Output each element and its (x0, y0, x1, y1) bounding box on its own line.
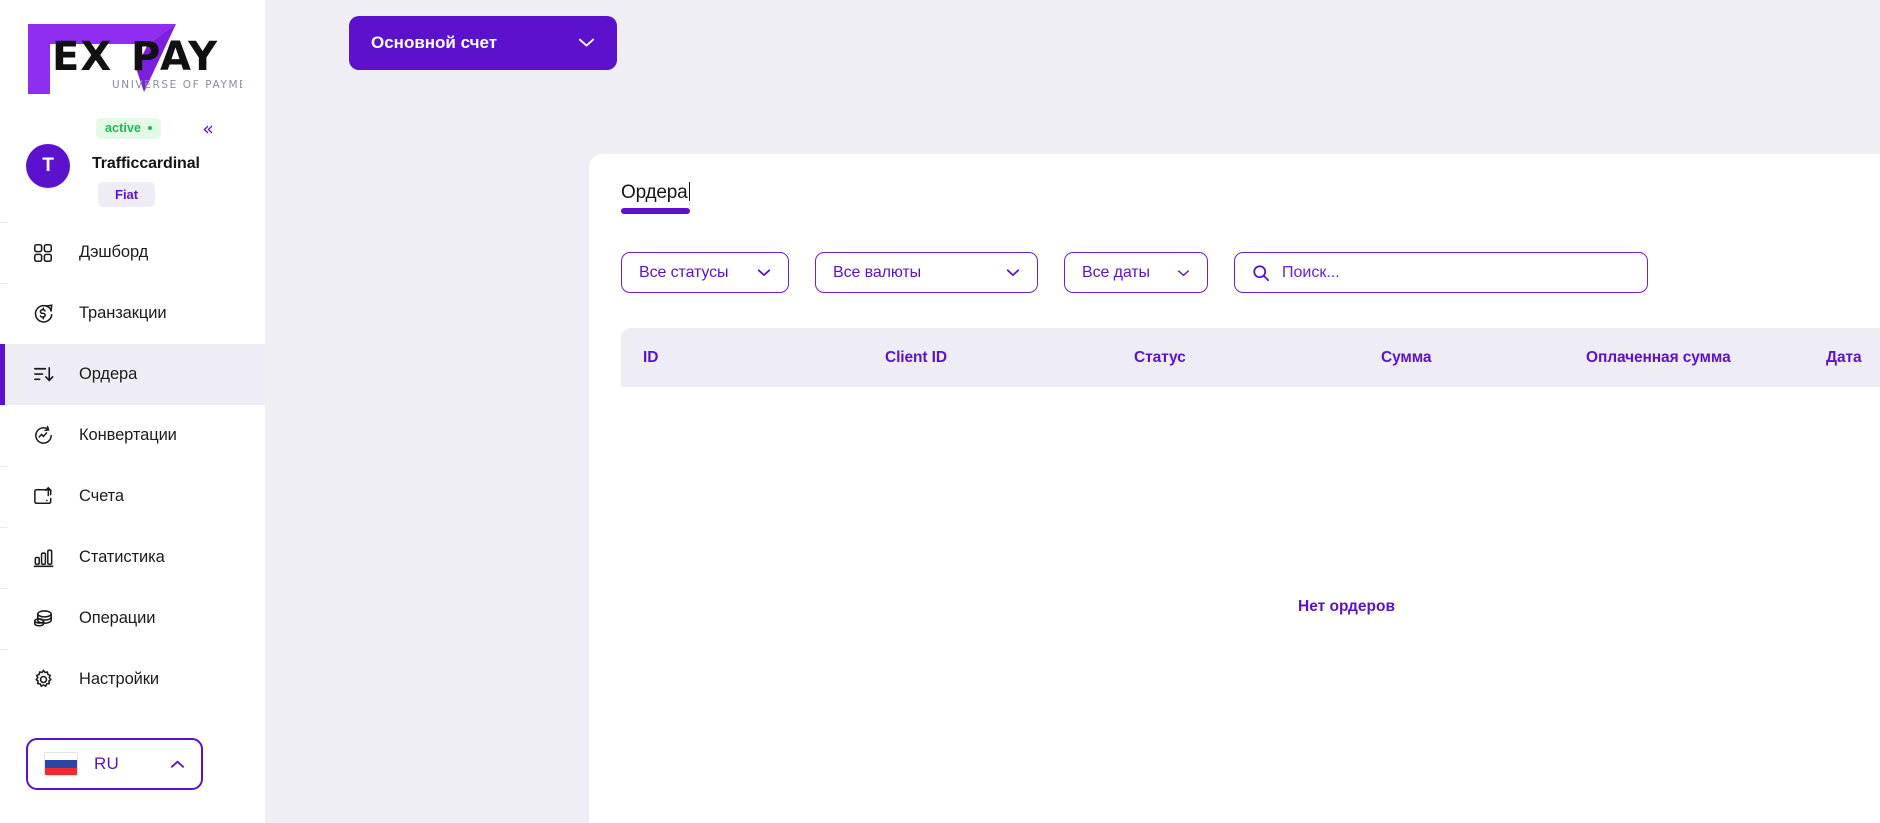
language-code: RU (94, 754, 119, 773)
sidebar-item-dashboard[interactable]: Дэшборд (0, 222, 265, 283)
filter-status-label: Все статусы (639, 263, 729, 281)
nav-tick (0, 466, 7, 467)
sidebar-item-label: Дэшборд (79, 243, 149, 261)
status-badge-label: active (105, 121, 142, 135)
language-selector[interactable]: RU (26, 738, 203, 790)
column-header-client-id[interactable]: Client ID (885, 349, 1134, 367)
column-header-status[interactable]: Статус (1134, 349, 1381, 367)
filter-date-label: Все даты (1082, 263, 1150, 281)
filter-bar: Все статусы Все валюты Все даты (589, 214, 1880, 293)
chevron-down-icon (1177, 265, 1190, 280)
sidebar-item-orders[interactable]: Ордера (0, 344, 265, 405)
nav-tick (0, 649, 7, 650)
coins-icon (30, 606, 56, 632)
search-box[interactable] (1234, 252, 1648, 293)
column-header-id[interactable]: ID (643, 349, 885, 367)
sidebar-item-statistics[interactable]: Статистика (0, 527, 265, 588)
status-dot-icon (148, 126, 153, 130)
filter-status[interactable]: Все статусы (621, 252, 789, 293)
search-input[interactable] (1282, 263, 1630, 282)
column-header-amount[interactable]: Сумма (1381, 349, 1586, 367)
filter-currency[interactable]: Все валюты (815, 252, 1038, 293)
account-type-badge[interactable]: Fiat (98, 182, 156, 207)
grid-icon (30, 240, 56, 266)
svg-text:P: P (131, 34, 161, 80)
chevron-down-icon (757, 265, 771, 280)
sort-desc-icon (30, 362, 56, 388)
app-root: EX P AY UNIVERSE OF PAYMENTS « active T … (0, 0, 1880, 823)
column-header-paid-amount[interactable]: Оплаченная сумма (1586, 349, 1826, 367)
status-badge: active (96, 118, 162, 139)
chevron-down-icon (578, 35, 595, 51)
sidebar-item-operations[interactable]: Операции (0, 588, 265, 649)
svg-text:EX: EX (52, 34, 112, 80)
refresh-chart-icon (30, 423, 56, 449)
nav-tick (0, 588, 7, 589)
sidebar-item-label: Статистика (79, 548, 165, 566)
profile-name: Trafficcardinal (92, 155, 200, 172)
nav-tick (0, 283, 7, 284)
orders-table: ID Client ID Статус Сумма Оплаченная сум… (589, 293, 1880, 823)
svg-text:AY: AY (160, 34, 218, 80)
tab-orders[interactable]: Ордера (621, 182, 690, 214)
orders-card: Ордера Все статусы Все валюты Все даты П… (589, 154, 1880, 823)
tab-bar: Ордера (589, 154, 1880, 214)
tab-orders-label: Ордера (621, 182, 688, 203)
empty-state-message: Нет ордеров (1298, 598, 1395, 615)
sidebar-item-label: Настройки (79, 670, 160, 688)
sidebar-item-conversions[interactable]: Конвертации (0, 405, 265, 466)
tab-active-underline (621, 208, 690, 214)
sidebar-item-settings[interactable]: Настройки (0, 649, 265, 710)
table-body: Нет ордеров (621, 387, 1880, 823)
nav-tick (0, 527, 7, 528)
avatar-initial: T (42, 155, 54, 176)
sidebar-item-transactions[interactable]: Транзакции (0, 283, 265, 344)
avatar[interactable]: T (26, 144, 70, 188)
logo[interactable]: EX P AY UNIVERSE OF PAYMENTS (0, 0, 265, 112)
filter-currency-label: Все валюты (833, 263, 922, 281)
sidebar-item-label: Транзакции (79, 304, 167, 322)
chevron-up-icon (170, 758, 185, 771)
account-selector-label: Основной счет (371, 33, 498, 52)
sidebar-nav: Дэшборд Транзакции Ордера Конвертации Сч… (0, 222, 265, 710)
chevron-down-icon (1006, 265, 1020, 280)
sidebar-item-accounts[interactable]: Счета (0, 466, 265, 527)
logo-tagline: UNIVERSE OF PAYMENTS (112, 79, 242, 91)
column-header-date[interactable]: Дата (1826, 349, 1880, 367)
main-content: Основной счет Ордера Все статусы Все вал… (265, 0, 1880, 823)
text-cursor (688, 182, 690, 201)
wallet-up-icon (30, 484, 56, 510)
ru-flag-icon (44, 752, 78, 776)
gear-icon (30, 667, 56, 693)
sidebar-item-label: Конвертации (79, 426, 177, 444)
nav-tick (0, 222, 7, 223)
expay-logo-icon: EX P AY UNIVERSE OF PAYMENTS (28, 24, 242, 94)
account-selector-button[interactable]: Основной счет (349, 16, 617, 70)
sidebar-item-label: Операции (79, 609, 156, 627)
search-icon (1252, 264, 1270, 282)
sidebar: EX P AY UNIVERSE OF PAYMENTS « active T … (0, 0, 265, 823)
filter-date[interactable]: Все даты (1064, 252, 1208, 293)
dollar-arrow-icon (30, 301, 56, 327)
sidebar-item-label: Ордера (79, 365, 138, 383)
bar-chart-icon (30, 545, 56, 571)
nav-tick (0, 405, 7, 406)
profile-block: active T Trafficcardinal Fiat (0, 112, 265, 212)
sidebar-item-label: Счета (79, 487, 125, 505)
table-header-row: ID Client ID Статус Сумма Оплаченная сум… (621, 328, 1880, 387)
